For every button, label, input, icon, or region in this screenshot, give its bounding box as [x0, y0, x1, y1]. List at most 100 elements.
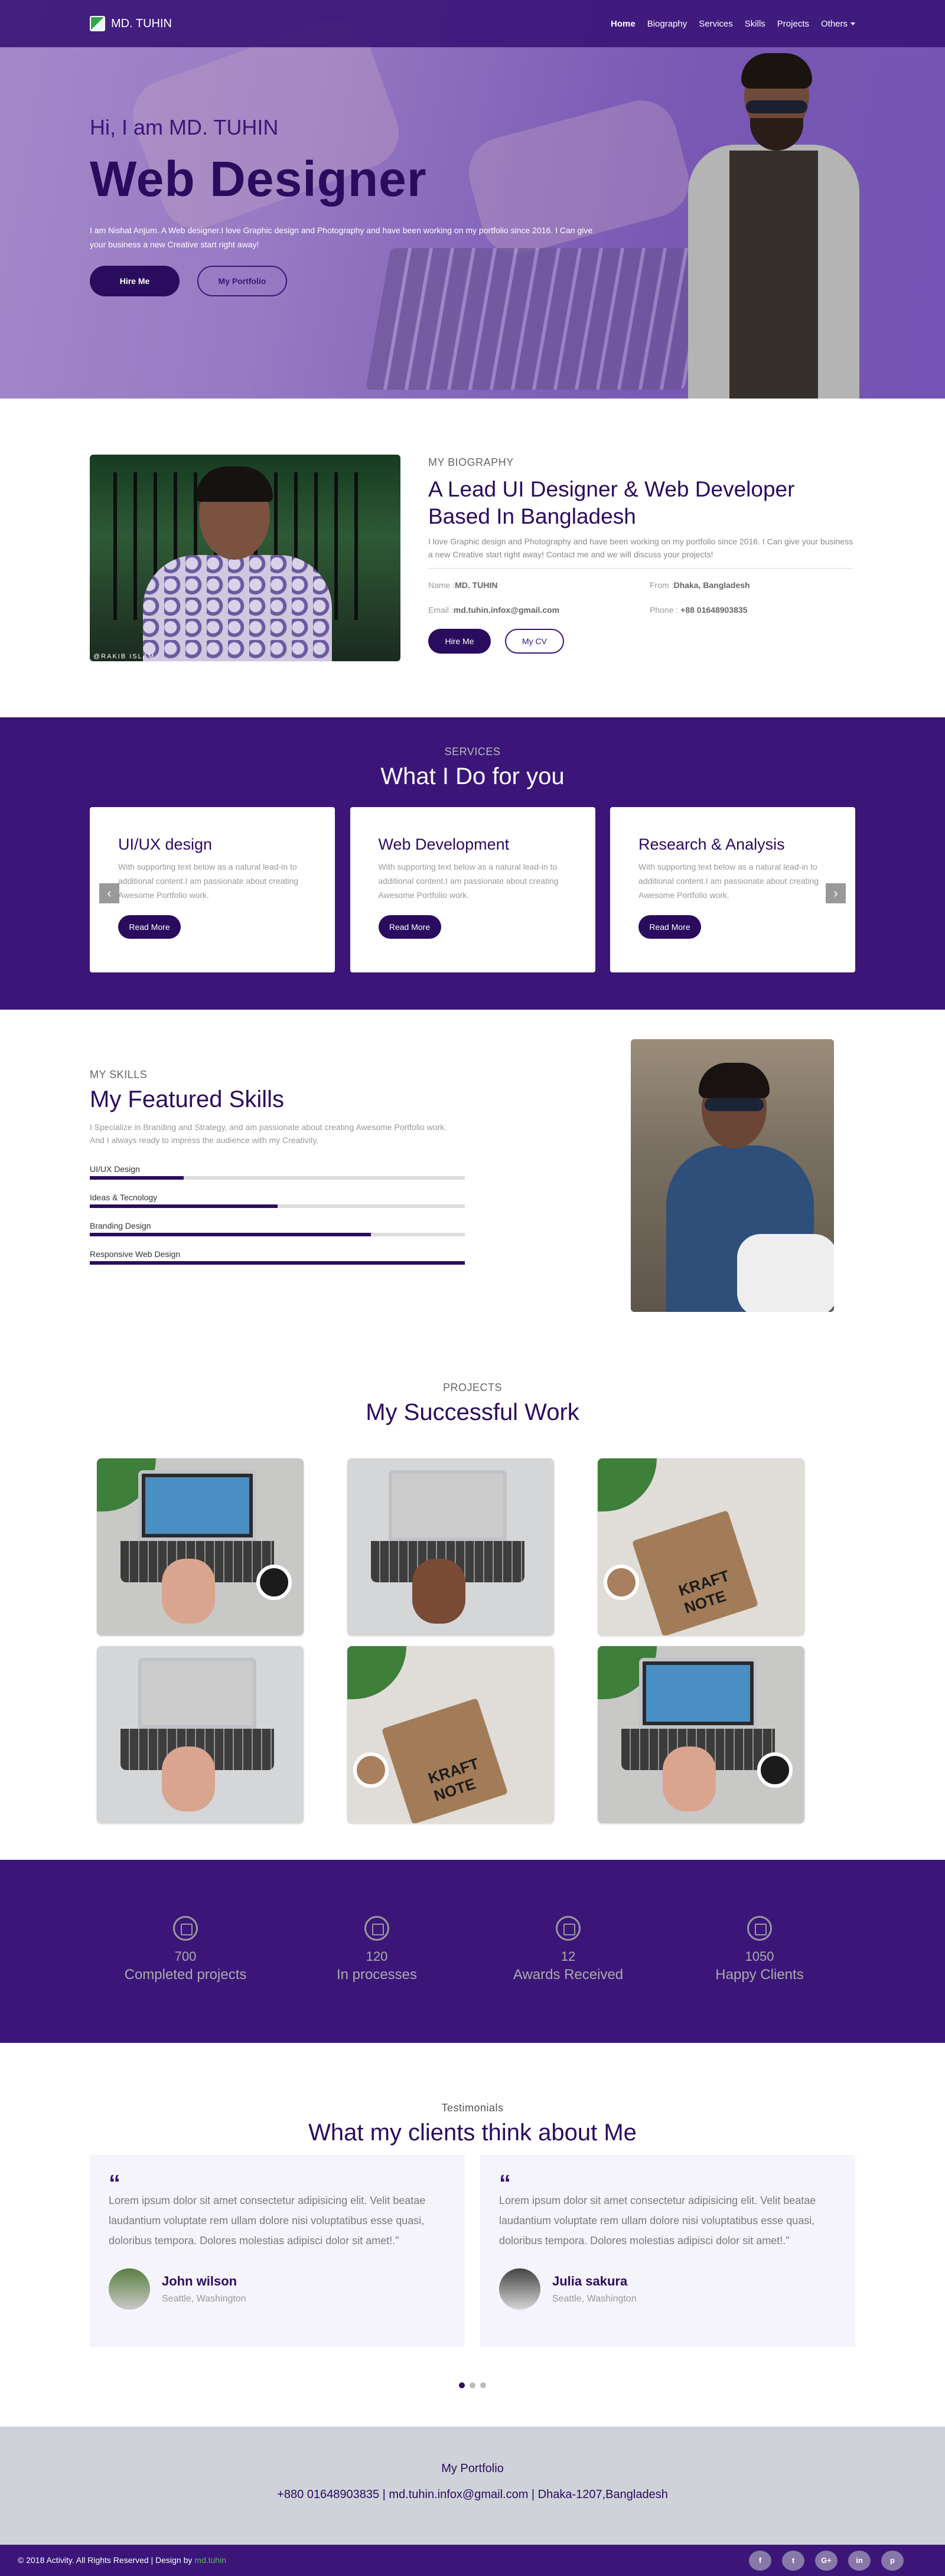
service-text: With supporting text below as a natural …: [378, 862, 559, 900]
testimonial-card: “ Lorem ipsum dolor sit amet consectetur…: [480, 2155, 855, 2347]
testimonial-quote: Lorem ipsum dolor sit amet consectetur a…: [499, 2195, 816, 2247]
stats-section: 700 Completed projects 120 In processes 12…: [0, 1860, 945, 2043]
nav-menu: Home Biography Services Skills Projects …: [611, 19, 855, 29]
author-name: Julia sakura: [552, 2274, 628, 2288]
testimonials-title: What my clients think about Me: [308, 2120, 637, 2146]
stat-number: 120: [366, 1949, 388, 1964]
hero-title: Web Designer: [90, 151, 427, 207]
read-more-button[interactable]: Read More: [378, 915, 441, 939]
gift-icon: [556, 1916, 581, 1941]
stat-label: Awards Received: [513, 1967, 624, 1983]
hire-me-button[interactable]: Hire Me: [90, 266, 180, 296]
stat-item: 1050 Happy Clients: [677, 1916, 842, 1983]
project-tile[interactable]: KRAFT NOTE: [347, 1646, 554, 1823]
copyright: © 2018 Activity. All Rights Reserved | D…: [18, 2555, 226, 2565]
stat-item: 12 Awards Received: [485, 1916, 651, 1983]
biography-photo: @RAKIB ISLAM: [90, 455, 400, 661]
stat-item: 120 In processes: [294, 1916, 460, 1983]
hero-greeting: Hi, I am MD. TUHIN: [90, 115, 279, 139]
project-tile[interactable]: [97, 1646, 304, 1823]
designer-link[interactable]: md.tuhin: [194, 2555, 226, 2565]
carousel-next-icon[interactable]: ›: [826, 883, 846, 903]
project-tile[interactable]: [347, 1458, 554, 1635]
navbar: MD. TUHIN Home Biography Services Skills…: [0, 0, 945, 47]
project-tile[interactable]: [97, 1458, 304, 1635]
bio-name: Name :MD. TUHIN: [428, 580, 498, 590]
avatar: [109, 2268, 150, 2310]
bio-hire-button[interactable]: Hire Me: [428, 629, 491, 654]
testimonial-card: “ Lorem ipsum dolor sit amet consectetur…: [90, 2155, 465, 2347]
project-tile[interactable]: [598, 1646, 804, 1823]
bio-label: MY BIOGRAPHY: [428, 456, 514, 468]
skill-bar: UI/UX Design: [90, 1164, 465, 1180]
projects-label: PROJECTS: [442, 1382, 502, 1393]
services-title: What I Do for you: [380, 763, 565, 789]
twitter-icon[interactable]: t: [782, 2551, 804, 2571]
skills-description: I Specialize in Branding and Strategy, a…: [90, 1122, 447, 1145]
skills-title: My Featured Skills: [90, 1086, 284, 1112]
skill-name: UI/UX Design: [90, 1164, 140, 1174]
service-title: UI/UX design: [118, 835, 213, 853]
service-card: UI/UX design With supporting text below …: [90, 807, 335, 972]
hero-section: Hi, I am MD. TUHIN Web Designer I am Nis…: [0, 0, 945, 399]
nav-skills[interactable]: Skills: [745, 19, 765, 29]
facebook-icon[interactable]: f: [749, 2551, 771, 2571]
skill-bar: Ideas & Tecnology: [90, 1193, 465, 1208]
photo-signature: @RAKIB ISLAM: [93, 653, 155, 660]
skill-name: Branding Design: [90, 1221, 151, 1230]
testimonial-quote: Lorem ipsum dolor sit amet consectetur a…: [109, 2195, 426, 2247]
skill-fill: [90, 1176, 184, 1180]
carousel-dot[interactable]: [459, 2382, 465, 2388]
services-label: SERVICES: [444, 746, 501, 758]
service-title: Web Development: [378, 835, 510, 853]
pinterest-icon[interactable]: p: [881, 2551, 904, 2571]
service-text: With supporting text below as a natural …: [638, 862, 819, 900]
carousel-dot[interactable]: [480, 2382, 486, 2388]
bio-info: Name :MD. TUHIN From :Dhaka, Bangladesh …: [428, 580, 853, 615]
bio-email: Email :md.tuhin.infox@gmail.com: [428, 605, 560, 615]
skill-bars: UI/UX Design Ideas & Tecnology Branding …: [90, 1164, 465, 1278]
bio-description: I love Graphic design and Photography an…: [428, 535, 853, 569]
author-location: Seattle, Washington: [552, 2294, 637, 2304]
quote-icon: “: [109, 2170, 120, 2196]
avatar: [499, 2268, 540, 2310]
skill-name: Responsive Web Design: [90, 1249, 181, 1259]
testimonials-label: Testimonials: [441, 2102, 504, 2114]
nav-biography[interactable]: Biography: [647, 19, 687, 29]
brand-name: MD. TUHIN: [111, 17, 172, 30]
brand[interactable]: MD. TUHIN: [90, 16, 172, 31]
monitor-icon: [173, 1916, 198, 1941]
carousel-prev-icon[interactable]: ‹: [99, 883, 119, 903]
carousel-dot[interactable]: [470, 2382, 475, 2388]
cv-button[interactable]: My CV: [505, 629, 564, 654]
service-card: Research & Analysis With supporting text…: [610, 807, 855, 972]
nav-others-label: Others: [820, 18, 848, 29]
service-text: With supporting text below as a natural …: [118, 862, 299, 900]
stat-item: 700 Completed projects: [103, 1916, 268, 1983]
project-tile[interactable]: KRAFT NOTE: [598, 1458, 804, 1635]
nav-services[interactable]: Services: [699, 19, 733, 29]
globe-icon: [747, 1916, 772, 1941]
nav-others-dropdown[interactable]: Others: [821, 19, 855, 29]
read-more-button[interactable]: Read More: [118, 915, 181, 939]
bio-title: A Lead UI Designer & Web Developer Based…: [428, 477, 795, 528]
brand-logo-icon: [90, 16, 105, 31]
footer-contact: +880 01648903835 | md.tuhin.infox@gmail.…: [277, 2488, 668, 2501]
nav-home[interactable]: Home: [611, 19, 636, 29]
skills-photo: [631, 1039, 834, 1312]
footer-title: My Portfolio: [441, 2462, 504, 2475]
bio-phone: Phone : +88 01648903835: [650, 605, 748, 615]
read-more-button[interactable]: Read More: [638, 915, 701, 939]
stat-number: 700: [174, 1949, 197, 1964]
google-plus-icon[interactable]: G+: [815, 2551, 838, 2571]
projects-title: My Successful Work: [366, 1399, 579, 1425]
carousel-dots: [0, 2382, 945, 2388]
nav-projects[interactable]: Projects: [777, 19, 809, 29]
chevron-down-icon: [850, 22, 855, 26]
hero-portrait: [688, 53, 859, 399]
skill-fill: [90, 1233, 372, 1236]
portfolio-button[interactable]: My Portfolio: [197, 266, 287, 296]
service-card: Web Development With supporting text bel…: [350, 807, 595, 972]
linkedin-icon[interactable]: in: [848, 2551, 871, 2571]
skill-name: Ideas & Tecnology: [90, 1193, 158, 1202]
